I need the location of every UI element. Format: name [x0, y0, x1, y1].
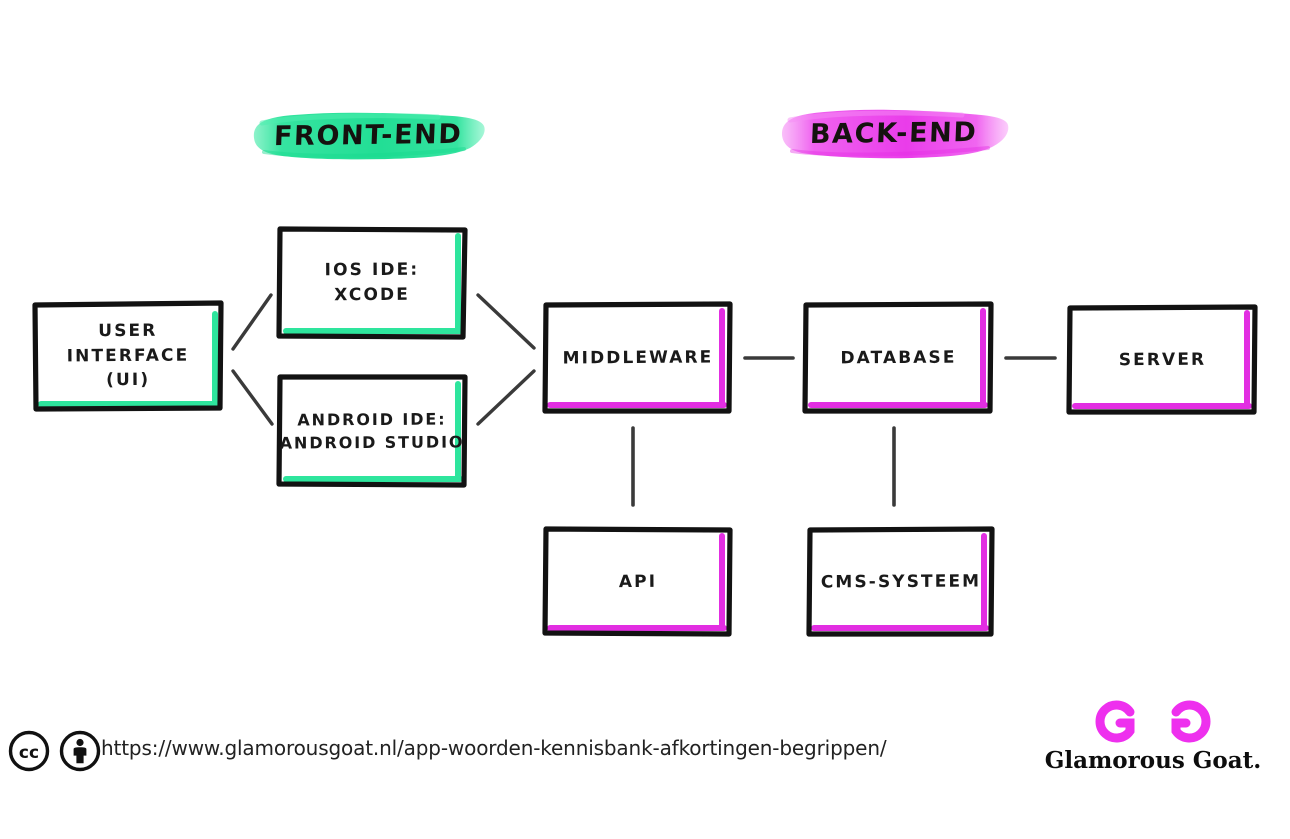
brand-logo: Glamorous Goat. — [1038, 691, 1268, 796]
node-server[interactable]: SERVER — [1066, 304, 1259, 416]
node-android-ide[interactable]: ANDROID IDE: ANDROID STUDIO — [276, 373, 468, 489]
node-ios-ide-label: IOS IDE: XCODE — [324, 260, 420, 306]
section-banner-backend: BACK-END — [776, 102, 1012, 164]
section-banner-frontend: FRONT-END — [248, 104, 488, 166]
node-user-interface[interactable]: USER INTERFACE (UI) — [32, 300, 224, 412]
node-ios-ide[interactable]: IOS IDE: XCODE — [276, 225, 468, 341]
creative-commons-icon: cc — [8, 730, 50, 772]
section-banner-frontend-label: FRONT-END — [273, 118, 463, 152]
footer: cc https://www.glamorousgoat.nl/app-woor… — [0, 700, 1290, 802]
section-banner-backend-label: BACK-END — [809, 116, 979, 150]
creative-commons-license: cc — [8, 730, 101, 772]
node-cms-systeem-label: CMS-SYSTEEM — [820, 571, 982, 593]
glamorous-goat-mark-icon — [1095, 700, 1211, 743]
edge-android-middleware — [476, 369, 536, 426]
node-cms-systeem[interactable]: CMS-SYSTEEM — [806, 526, 996, 638]
edge-ui-android — [231, 369, 274, 426]
node-database-label: DATABASE — [840, 347, 957, 369]
diagram-canvas: FRONT-END BACK-END USER INTERFACE (UI) I… — [0, 0, 1290, 839]
brand-name: Glamorous Goat. — [1044, 747, 1262, 774]
attribution-person-icon — [59, 730, 101, 772]
node-api[interactable]: API — [542, 526, 734, 638]
node-database[interactable]: DATABASE — [802, 301, 995, 415]
node-api-label: API — [618, 571, 658, 592]
node-android-ide-label: ANDROID IDE: ANDROID STUDIO — [279, 409, 465, 453]
edge-ios-middleware — [476, 293, 536, 350]
node-user-interface-label: USER INTERFACE (UI) — [66, 320, 190, 391]
node-server-label: SERVER — [1118, 349, 1207, 370]
edge-ui-ios — [231, 293, 273, 351]
source-url[interactable]: https://www.glamorousgoat.nl/app-woorden… — [101, 736, 887, 760]
node-middleware-label: MIDDLEWARE — [562, 347, 714, 369]
node-middleware[interactable]: MIDDLEWARE — [542, 301, 734, 415]
svg-text:cc: cc — [19, 743, 39, 763]
